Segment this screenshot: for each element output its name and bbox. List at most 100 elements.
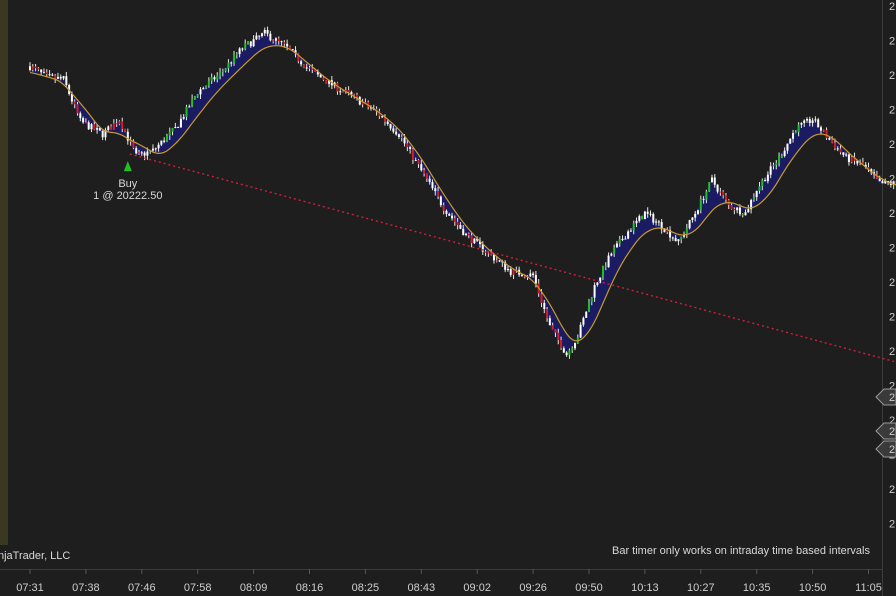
bar-body <box>40 69 43 73</box>
bar-body <box>593 285 596 298</box>
bar-body <box>766 174 769 182</box>
bar-body <box>747 209 750 213</box>
bar-body <box>400 136 403 138</box>
bar-body <box>302 64 305 68</box>
trade-label: Buy <box>118 178 137 190</box>
bar-body <box>79 113 82 119</box>
y-tick-label: 2 <box>889 519 895 531</box>
bar-body <box>260 33 263 37</box>
bar-body <box>277 38 280 42</box>
bar-body <box>590 297 593 302</box>
bar-body <box>213 77 216 80</box>
bar-body <box>836 148 839 150</box>
bar-body <box>51 74 54 76</box>
bar-body <box>347 89 350 92</box>
bar-body <box>311 68 314 70</box>
bar-body <box>470 235 473 244</box>
bar-body <box>794 131 797 134</box>
bar-body <box>649 213 652 215</box>
status-message: Bar timer only works on intraday time ba… <box>612 545 870 557</box>
bar-body <box>716 184 719 192</box>
bar-body <box>694 213 697 218</box>
bar-body <box>397 134 400 137</box>
chart-background <box>0 0 896 596</box>
bar-body <box>210 77 213 81</box>
bar-body <box>792 133 795 139</box>
bar-body <box>434 188 437 192</box>
bar-body <box>179 118 182 128</box>
bar-body <box>565 352 568 356</box>
bar-body <box>540 293 543 303</box>
bar-body <box>191 98 194 107</box>
bar-body <box>618 238 621 244</box>
bar-body <box>451 215 454 219</box>
price-chart[interactable]: Buy1 @ 20222.50Close position1 @ 20022.5… <box>0 0 896 596</box>
bar-body <box>579 324 582 338</box>
x-tick-label: 07:31 <box>16 582 44 594</box>
bar-body <box>568 350 571 356</box>
bar-body <box>803 120 806 124</box>
bar-body <box>652 214 655 223</box>
bar-body <box>596 282 599 286</box>
bar-body <box>512 269 515 275</box>
bar-body <box>227 62 230 69</box>
platform-label: njaTrader, LLC <box>0 550 70 562</box>
bar-body <box>621 238 624 240</box>
bar-body <box>610 253 613 256</box>
bar-body <box>286 43 289 47</box>
bar-body <box>761 180 764 187</box>
bar-body <box>825 130 828 139</box>
x-tick-label: 07:58 <box>184 582 212 594</box>
bar-body <box>741 214 744 216</box>
bar-body <box>112 123 115 130</box>
bar-body <box>233 54 236 63</box>
bar-body <box>406 143 409 148</box>
bar-body <box>255 35 258 40</box>
bar-body <box>356 94 359 98</box>
bar-body <box>420 164 423 171</box>
bar-body <box>780 156 783 158</box>
y-tick-label: 2 <box>889 208 895 220</box>
bar-body <box>847 154 850 163</box>
y-tick-label: 2 <box>889 174 895 186</box>
y-tick-label: 2 <box>889 484 895 496</box>
bar-body <box>601 266 604 278</box>
bar-body <box>752 197 755 201</box>
bar-body <box>395 131 398 135</box>
bar-body <box>274 38 277 41</box>
bar-body <box>571 348 574 351</box>
bar-body <box>272 40 275 42</box>
bar-body <box>646 211 649 214</box>
bar-body <box>845 154 848 156</box>
bar-body <box>417 160 420 165</box>
bar-body <box>657 221 660 223</box>
x-tick-label: 10:50 <box>799 582 827 594</box>
bar-body <box>786 143 789 151</box>
x-tick-label: 09:02 <box>463 582 491 594</box>
bar-body <box>34 66 37 69</box>
bar-body <box>143 152 146 156</box>
bar-body <box>135 148 138 154</box>
bar-body <box>814 119 817 121</box>
bar-body <box>235 54 238 56</box>
x-tick-label: 11:05 <box>855 582 882 594</box>
bar-body <box>31 66 34 70</box>
bar-body <box>554 329 557 333</box>
bar-body <box>121 121 124 129</box>
bar-body <box>534 274 537 284</box>
bar-body <box>484 251 487 253</box>
bar-body <box>557 332 560 341</box>
bar-body <box>59 76 62 79</box>
bar-body <box>269 33 272 41</box>
bar-body <box>655 221 658 223</box>
bar-body <box>733 209 736 211</box>
bar-body <box>82 118 85 123</box>
bar-body <box>266 29 269 34</box>
bar-body <box>171 128 174 132</box>
x-tick-label: 08:25 <box>352 582 380 594</box>
bar-body <box>697 210 700 214</box>
bar-body <box>688 220 691 229</box>
chart-root: Buy1 @ 20222.50Close position1 @ 20022.5… <box>0 0 896 596</box>
x-tick-label: 07:46 <box>128 582 156 594</box>
bar-body <box>627 231 630 239</box>
